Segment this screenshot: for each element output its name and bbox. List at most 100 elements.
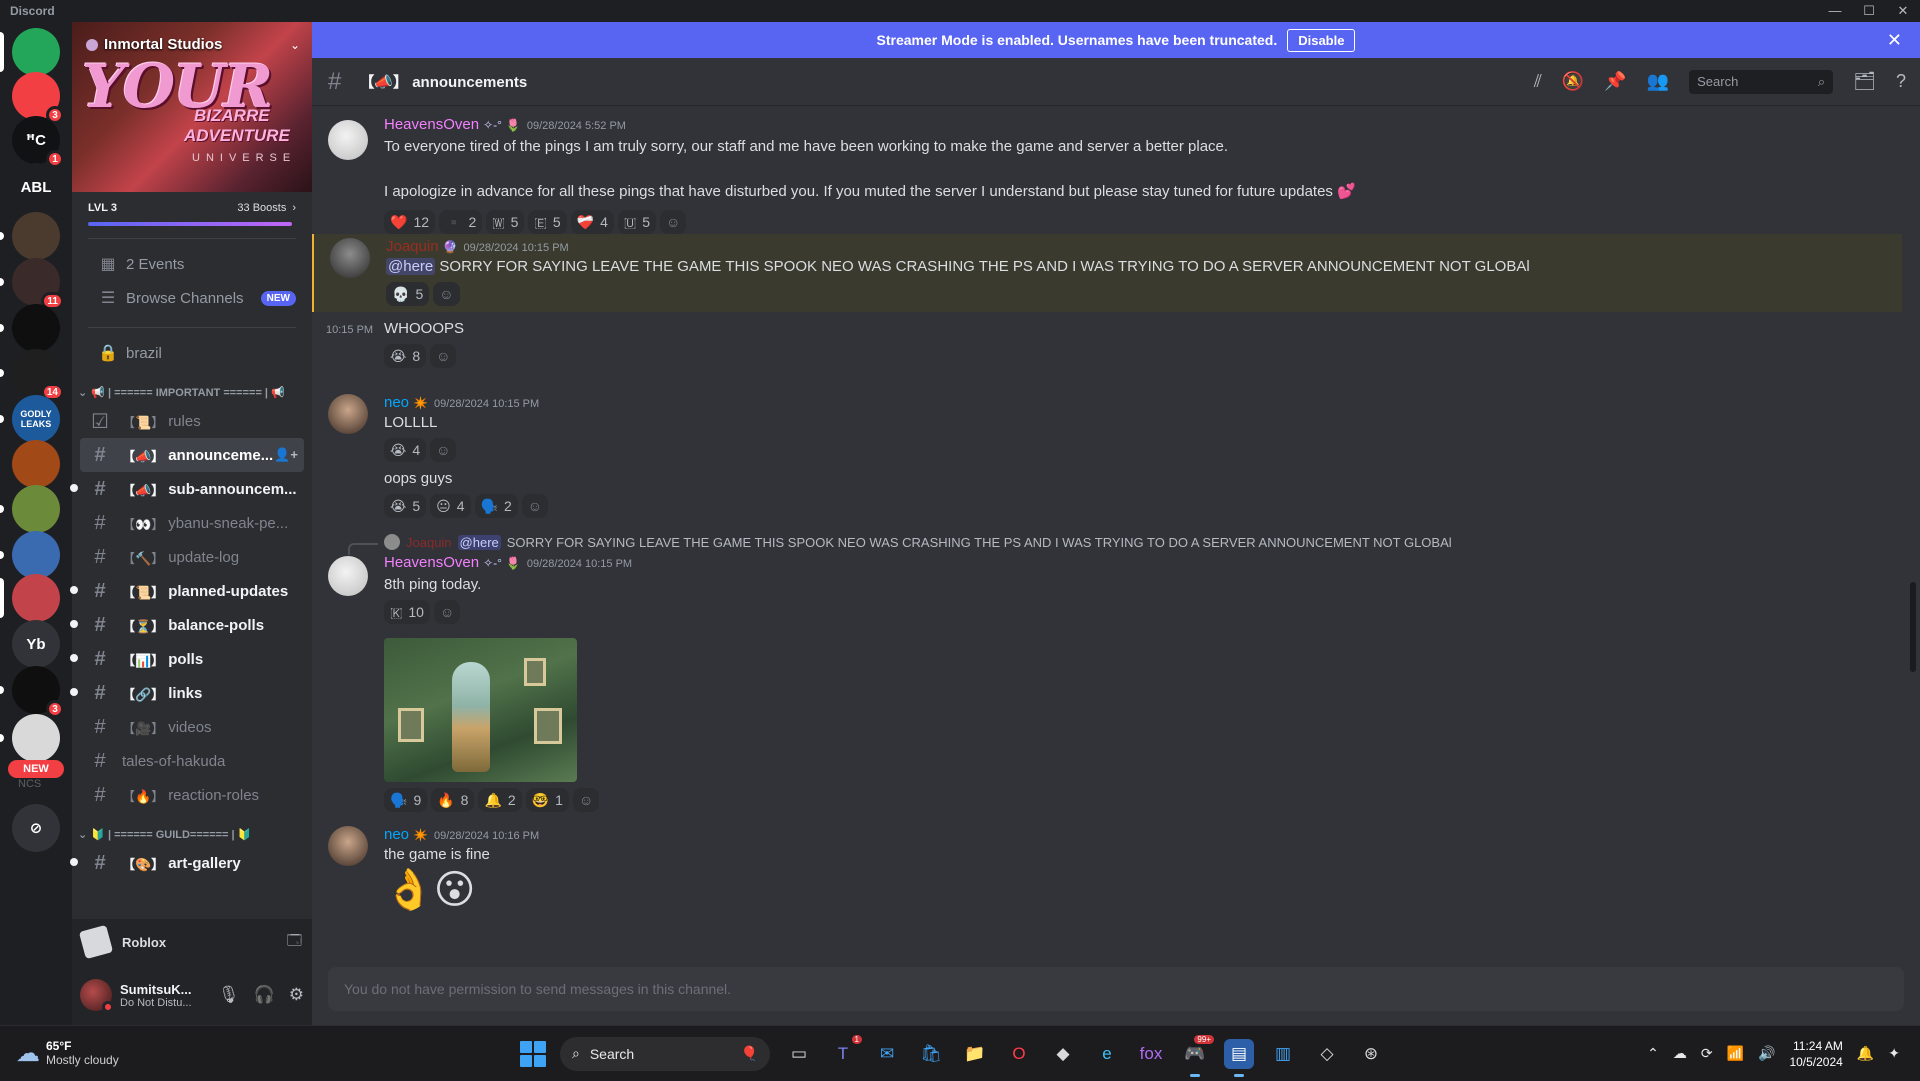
roblox-icon[interactable]: ◆ <box>1048 1039 1078 1069</box>
fox-icon[interactable]: fox <box>1136 1039 1166 1069</box>
avatar[interactable] <box>328 826 368 866</box>
reaction[interactable]: ❤️‍🩹 4 <box>570 210 614 234</box>
channel-item[interactable]: # 【🔗】 links <box>70 676 304 710</box>
reaction[interactable]: 🇰 10 <box>384 600 430 624</box>
copilot-icon[interactable]: ✦ <box>1888 1045 1900 1062</box>
roblox-studio-icon[interactable]: ◇ <box>1312 1039 1342 1069</box>
reply-preview[interactable]: Joaquin @here SORRY FOR SAYING LEAVE THE… <box>384 534 1452 550</box>
inbox-icon[interactable]: 🗂 <box>1853 71 1876 92</box>
author-name[interactable]: neo <box>384 394 409 411</box>
category-important[interactable]: ⌄ 📢 | ====== IMPORTANT ====== | 📢 <box>72 380 312 404</box>
channel-item[interactable]: # 【👀】 ybanu-sneak-pe... <box>80 506 304 540</box>
close-icon[interactable]: ✕ <box>1886 3 1920 19</box>
message[interactable]: neo ✴️ 09/28/2024 10:15 PM LOLLLL 😭 4 ☺ oo… <box>312 388 1902 518</box>
reaction[interactable]: 🗣️ 2 <box>474 494 518 518</box>
microphone-icon[interactable]: 🎙 <box>218 985 240 1005</box>
add-reaction-icon[interactable]: ☺ <box>430 344 457 368</box>
add-reaction-icon[interactable]: ☺ <box>433 600 461 624</box>
reaction[interactable]: 💀 5 <box>386 282 430 306</box>
reaction[interactable]: 🤓 1 <box>525 788 569 812</box>
guild-icon[interactable] <box>12 440 60 488</box>
discover-compass-icon[interactable]: ⊘ <box>12 804 60 852</box>
server-header[interactable]: Inmortal Studios ⌄ <box>86 36 300 53</box>
guild-icon[interactable]: 14 <box>0 349 64 401</box>
disable-button[interactable]: Disable <box>1287 28 1356 52</box>
activity-panel[interactable]: Roblox 🗔 <box>72 919 312 965</box>
add-reaction-icon[interactable]: ☺ <box>433 282 460 306</box>
create-invite-icon[interactable]: 👤+ <box>274 447 298 463</box>
guild-icon[interactable]: ABL <box>12 163 60 211</box>
guild-icon[interactable]: Yb <box>12 620 60 668</box>
clock[interactable]: 11:24 AM 10/5/2024 <box>1789 1038 1842 1070</box>
message-mention-highlight[interactable]: Joaquin 🔮 09/28/2024 10:15 PM @here SORR… <box>312 234 1902 312</box>
add-reaction-icon[interactable]: ☺ <box>430 438 457 462</box>
reaction[interactable]: ❤️ 12 <box>384 210 436 234</box>
here-mention[interactable]: @here <box>386 258 436 275</box>
threads-icon[interactable]: ⫽ <box>1534 71 1542 92</box>
reaction[interactable]: 🔥 8 <box>431 788 475 812</box>
minimize-icon[interactable]: — <box>1818 3 1852 19</box>
author-name[interactable]: HeavensOven <box>384 116 479 133</box>
user-info[interactable]: SumitsuK... Do Not Distu... <box>120 982 192 1009</box>
channel-item[interactable]: # 【🎥】 videos <box>80 710 304 744</box>
reaction[interactable]: 🇺 5 <box>617 210 657 234</box>
add-reaction-icon[interactable]: ☺ <box>521 494 549 518</box>
channel-item[interactable]: # 【📜】 planned-updates <box>70 574 304 608</box>
teams-icon[interactable]: T1 <box>828 1034 862 1069</box>
pin-icon[interactable]: 📌 <box>1604 71 1626 92</box>
author-name[interactable]: HeavensOven <box>384 554 479 571</box>
author-name[interactable]: neo <box>384 826 409 843</box>
new-badge[interactable]: NEW <box>8 760 64 778</box>
notifications-muted-icon[interactable]: 🔕 <box>1562 71 1584 92</box>
message-reply[interactable]: Joaquin @here SORRY FOR SAYING LEAVE THE… <box>312 534 1902 812</box>
browse-channels-item[interactable]: ☰ Browse Channels NEW <box>80 281 304 315</box>
guild-icon[interactable]: 3 <box>12 72 64 124</box>
edge-icon[interactable]: e <box>1092 1039 1122 1069</box>
chevron-up-icon[interactable]: ⌃ <box>1647 1045 1659 1062</box>
discord-taskbar-icon[interactable]: 🎮 99+ <box>1180 1034 1214 1077</box>
channel-item[interactable]: # 【📣】 sub-announcem... <box>70 472 304 506</box>
channel-item[interactable]: # tales-of-hakuda <box>80 744 304 778</box>
author-name[interactable]: Joaquin <box>386 238 439 255</box>
events-item[interactable]: ▦ 2 Events <box>80 247 304 281</box>
guild-icon[interactable] <box>0 485 60 533</box>
store-icon[interactable]: 🛍 <box>916 1039 946 1069</box>
avatar[interactable] <box>328 394 368 434</box>
opera-icon[interactable]: O <box>1004 1039 1034 1069</box>
guild-icon[interactable] <box>0 714 60 762</box>
wifi-icon[interactable]: 📶 <box>1727 1045 1744 1062</box>
channel-item[interactable]: # 【📊】 polls <box>70 642 304 676</box>
notification-bell-icon[interactable]: 🔔 <box>1857 1045 1874 1062</box>
app-icon[interactable]: ▥ <box>1268 1039 1298 1069</box>
channel-item[interactable]: ☑ 【📜】 rules <box>80 404 304 438</box>
guild-icon[interactable] <box>0 531 60 579</box>
reaction[interactable]: 🔔 2 <box>478 788 522 812</box>
category-guild[interactable]: ⌄ 🔰 | ====== GUILD====== | 🔰 <box>72 822 312 846</box>
reaction[interactable]: 🗣️ 9 <box>384 788 428 812</box>
avatar[interactable] <box>328 556 368 596</box>
avatar[interactable] <box>330 238 370 278</box>
add-reaction-icon[interactable]: ☺ <box>660 210 687 234</box>
guild-icon[interactable]: ꟸC 1 <box>12 116 64 168</box>
task-view-icon[interactable]: ▭ <box>784 1039 814 1069</box>
message[interactable]: HeavensOven ✧-° 🌷 09/28/2024 5:52 PM To … <box>312 106 1902 234</box>
reaction[interactable]: ▪️ 2 <box>439 210 483 234</box>
server-banner[interactable]: YOUR BIZARRE ADVENTURE UNIVERSE Inmortal… <box>72 22 312 192</box>
emoji-sticker[interactable]: 👌😮 <box>384 866 476 913</box>
volume-icon[interactable]: 🔊 <box>1758 1045 1775 1062</box>
reaction[interactable]: 😭 4 <box>384 438 427 462</box>
scrollbar-thumb[interactable] <box>1910 582 1916 672</box>
chevron-down-icon[interactable]: ⌄ <box>290 38 300 52</box>
game-settings-icon[interactable]: 🗔 <box>287 930 302 954</box>
guild-icon[interactable]: GODLY LEAKS <box>0 395 60 443</box>
mail-icon[interactable]: ✉ <box>872 1039 902 1069</box>
app-icon[interactable]: ▤ <box>1224 1038 1254 1077</box>
reaction[interactable]: 😭 5 <box>384 494 427 518</box>
image-attachment[interactable] <box>384 638 577 782</box>
guild-icon[interactable]: 11 <box>0 258 64 310</box>
windows-start-icon[interactable] <box>520 1040 546 1067</box>
steam-icon[interactable]: ⊛ <box>1356 1039 1386 1069</box>
file-explorer-icon[interactable]: 📁 <box>960 1039 990 1069</box>
onedrive-icon[interactable]: ☁ <box>1673 1045 1687 1062</box>
channel-item[interactable]: # 【📣】 announceme... 👤+ <box>80 438 304 472</box>
